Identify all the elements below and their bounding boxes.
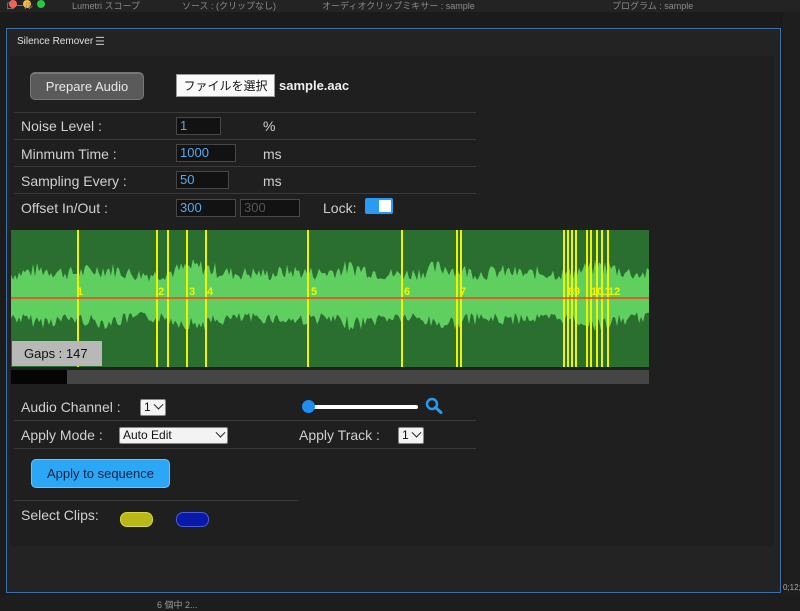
zoom-slider-thumb[interactable] [302,400,315,413]
status-text: 6 個中 2... [157,600,198,610]
divider [14,112,476,113]
noise-level-input[interactable]: 1 [176,117,221,135]
waveform-scrollbar[interactable] [11,370,649,384]
bg-tab[interactable]: プログラム : sample [612,0,693,12]
chevron-down-icon [215,427,226,438]
select-clips-yellow-button[interactable] [120,512,153,527]
bg-tab[interactable]: ソース : (クリップなし) [182,0,276,12]
lock-toggle[interactable] [365,198,393,214]
audio-channel-select[interactable]: 1 [140,399,166,416]
gaps-count-badge: Gaps : 147 [12,341,102,366]
divider [14,448,476,449]
offset-out-input: 300 [240,199,300,217]
gap-marker-label: 6 [404,286,410,298]
bg-tab[interactable]: ロール [6,0,33,12]
apply-track-value: 1 [402,428,409,442]
gap-marker-label: 7 [460,286,466,298]
apply-mode-value: Auto Edit [123,428,172,442]
divider [14,193,476,194]
gap-marker-label: 12 [608,286,620,298]
min-time-unit: ms [263,146,282,162]
panel-title: Silence Remover [17,36,94,47]
gap-marker-label: 4 [207,286,214,298]
noise-level-label: Noise Level : [21,118,102,134]
toggle-knob [379,200,391,212]
apply-track-select[interactable]: 1 [398,427,424,444]
apply-to-sequence-button[interactable]: Apply to sequence [31,459,170,488]
scrollbar-thumb[interactable] [11,370,67,384]
file-name: sample.aac [279,78,350,93]
timecode: 0;12; [783,583,800,592]
divider [14,500,298,501]
min-time-label: Minmum Time : [21,146,117,162]
sampling-label: Sampling Every : [21,173,127,189]
gap-marker-label: 5 [311,286,317,298]
apply-track-label: Apply Track : [299,427,380,443]
bg-tab[interactable]: オーディオクリップミキサー : sample [322,0,475,12]
select-clips-blue-button[interactable] [176,512,209,527]
hamburger-menu-icon[interactable]: ☰ [95,35,105,48]
select-clips-label: Select Clips: [21,507,99,523]
gap-marker-label: 2 [158,286,164,298]
background-tab-bar: ロール Lumetri スコープ ソース : (クリップなし) オーディオクリッ… [0,0,800,12]
lock-label: Lock: [323,200,357,216]
background-side-panel: 0;12; [783,12,800,610]
divider [14,139,476,140]
apply-mode-select[interactable]: Auto Edit [119,427,228,444]
sampling-unit: ms [263,173,282,189]
zoom-slider-track[interactable] [306,405,418,409]
divider [14,420,476,421]
gap-marker-label: 9 [574,286,580,298]
gap-marker-label: 3 [189,286,195,298]
bg-tab[interactable]: Lumetri スコープ [72,0,140,12]
audio-channel-value: 1 [144,400,151,414]
divider [14,166,476,167]
offset-in-input[interactable]: 300 [176,199,236,217]
waveform-display[interactable]: 1 2 3 4 5 6 7 8 9 101112 [11,230,649,367]
background-toolbar: 6 個中 2... [0,595,800,610]
noise-unit: % [263,118,276,134]
choose-file-button[interactable]: ファイルを選択 [176,74,275,97]
search-icon[interactable] [425,397,443,414]
sampling-input[interactable]: 50 [176,171,229,189]
prepare-audio-button[interactable]: Prepare Audio [30,72,144,100]
min-time-input[interactable]: 1000 [176,144,236,162]
offset-label: Offset In/Out : [21,200,108,216]
audio-channel-label: Audio Channel : [21,399,121,415]
chevron-down-icon [153,399,164,410]
apply-mode-label: Apply Mode : [21,427,103,443]
chevron-down-icon [411,427,422,438]
gap-marker-label: 1 [77,286,83,298]
maximize-window-icon[interactable] [37,0,45,8]
